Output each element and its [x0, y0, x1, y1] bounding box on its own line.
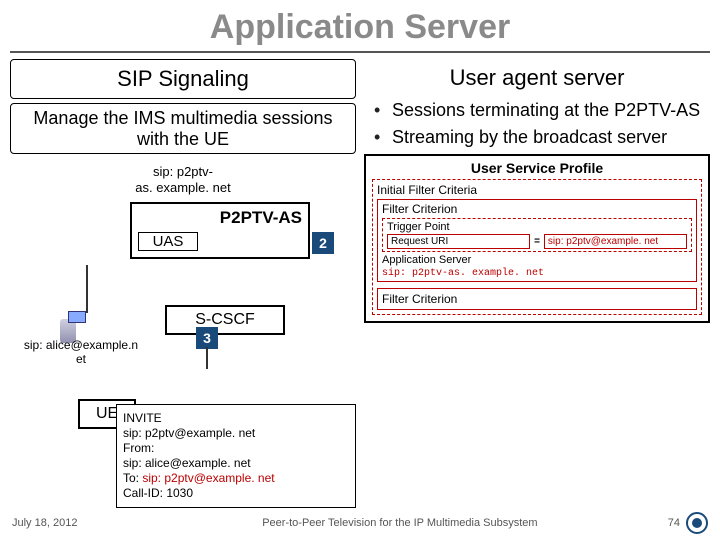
filter-criterion-2: Filter Criterion [377, 288, 697, 310]
app-server-line: Application Server sip: p2ptv-as. exampl… [382, 254, 692, 279]
bullet-list: Sessions terminating at the P2PTV-AS Str… [364, 99, 710, 148]
footer: July 18, 2012 Peer-to-Peer Television fo… [0, 512, 720, 534]
trigger-point: Trigger Point Request URI = sip: p2ptv@e… [382, 218, 692, 252]
profile-title: User Service Profile [372, 160, 702, 176]
filter-criterion: Filter Criterion Trigger Point Request U… [377, 199, 697, 282]
user-service-profile: User Service Profile Initial Filter Crit… [364, 154, 710, 323]
app-server-addr: sip: p2ptv-as. example. net [382, 268, 544, 279]
sip-signaling-box: SIP Signaling [10, 59, 356, 99]
tp-left: Request URI [387, 234, 530, 249]
scscf-box: S-CSCF [165, 305, 285, 335]
connector-line [86, 265, 88, 313]
manage-box: Manage the IMS multimedia sessions with … [10, 103, 356, 154]
fc-label: Filter Criterion [382, 202, 692, 216]
step-3: 3 [196, 327, 218, 349]
page-title: Application Server [0, 0, 720, 51]
footer-date: July 18, 2012 [12, 517, 132, 529]
uas-heading: User agent server [364, 59, 710, 99]
divider [10, 51, 710, 53]
sip-as-addr: sip: p2ptv- as. example. net [10, 164, 356, 196]
invite-message: INVITE sip: p2ptv@example. net From: sip… [116, 404, 356, 508]
ifc-label: Initial Filter Criteria [377, 183, 697, 197]
as-label: P2PTV-AS [138, 208, 302, 228]
tp-label: Trigger Point [387, 221, 687, 233]
sip-alice-addr: sip: alice@example.n et [6, 339, 156, 367]
page-number: 74 [668, 517, 680, 529]
tp-equals: = [534, 236, 540, 247]
tp-right: sip: p2ptv@example. net [544, 234, 687, 249]
footer-title: Peer-to-Peer Television for the IP Multi… [132, 517, 668, 529]
logo-icon [686, 512, 708, 534]
initial-filter-criteria: Initial Filter Criteria Filter Criterion… [372, 179, 702, 315]
p2ptv-as-box: P2PTV-AS UAS 2 [130, 202, 310, 259]
connector-line [206, 347, 208, 369]
step-2: 2 [312, 232, 334, 254]
uas-box: UAS [138, 232, 198, 251]
bullet-1: Sessions terminating at the P2PTV-AS [392, 99, 710, 122]
bullet-2: Streaming by the broadcast server [392, 126, 710, 149]
